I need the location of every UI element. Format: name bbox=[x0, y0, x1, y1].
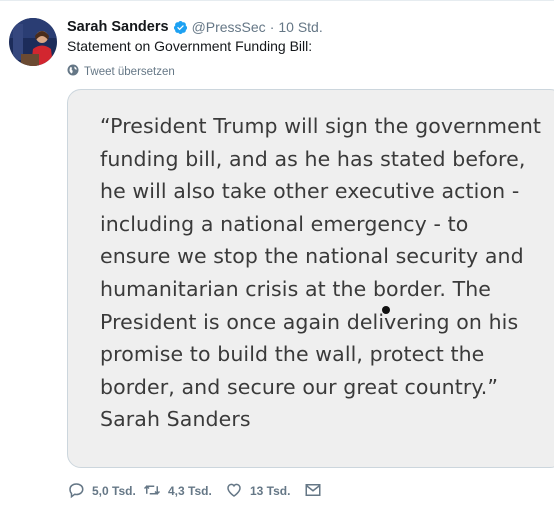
divider bbox=[0, 0, 554, 1]
statement-line: including a national emergency - to bbox=[100, 211, 469, 236]
reply-count: 5,0 Tsd. bbox=[92, 484, 136, 498]
reply-button[interactable]: 5,0 Tsd. bbox=[67, 481, 143, 502]
separator-dot: · bbox=[269, 19, 275, 35]
statement-text: “President Trump will sign the governmen… bbox=[100, 110, 554, 436]
statement-line: humanitarian crisis at the border. The bbox=[100, 276, 491, 301]
retweet-count: 4,3 Tsd. bbox=[168, 484, 212, 498]
statement-line: border, and secure our great country.” bbox=[100, 374, 499, 399]
like-count: 13 Tsd. bbox=[250, 484, 291, 498]
translate-tweet-link[interactable]: Tweet übersetzen bbox=[67, 64, 175, 79]
statement-line: President is once again delivering on hi… bbox=[100, 309, 519, 334]
tweet-text: Statement on Government Funding Bill: bbox=[67, 38, 313, 54]
like-button[interactable]: 13 Tsd. bbox=[225, 481, 304, 502]
heart-icon bbox=[225, 481, 250, 502]
statement-line: ensure we stop the national security and bbox=[100, 244, 524, 269]
author-handle[interactable]: @PressSec bbox=[192, 19, 266, 35]
statement-line: he will also take other executive action… bbox=[100, 179, 520, 204]
statement-line: funding bill, and as he has stated befor… bbox=[100, 146, 526, 171]
timestamp[interactable]: 10 Std. bbox=[278, 19, 322, 35]
tweet-header: Sarah Sanders @PressSec · 10 Std. bbox=[67, 17, 323, 37]
statement-line: promise to build the wall, protect the bbox=[100, 342, 485, 367]
avatar[interactable] bbox=[9, 18, 57, 66]
statement-signature: Sarah Sanders bbox=[100, 407, 251, 432]
author-name[interactable]: Sarah Sanders bbox=[67, 19, 169, 35]
translate-label: Tweet übersetzen bbox=[84, 65, 175, 78]
tweet-actions: 5,0 Tsd. 4,3 Tsd. 13 Tsd. bbox=[67, 481, 324, 501]
tweet: Sarah Sanders @PressSec · 10 Std. Statem… bbox=[0, 0, 554, 510]
globe-icon bbox=[67, 64, 84, 79]
mouse-cursor-dot bbox=[382, 306, 390, 314]
statement-image[interactable]: “President Trump will sign the governmen… bbox=[67, 89, 554, 468]
statement-line: “President Trump will sign the governmen… bbox=[100, 114, 542, 138]
envelope-icon bbox=[304, 481, 329, 502]
retweet-button[interactable]: 4,3 Tsd. bbox=[143, 481, 225, 502]
direct-message-button[interactable] bbox=[304, 481, 324, 502]
reply-icon bbox=[67, 481, 92, 502]
retweet-icon bbox=[143, 481, 168, 502]
verified-badge-icon bbox=[173, 20, 188, 35]
